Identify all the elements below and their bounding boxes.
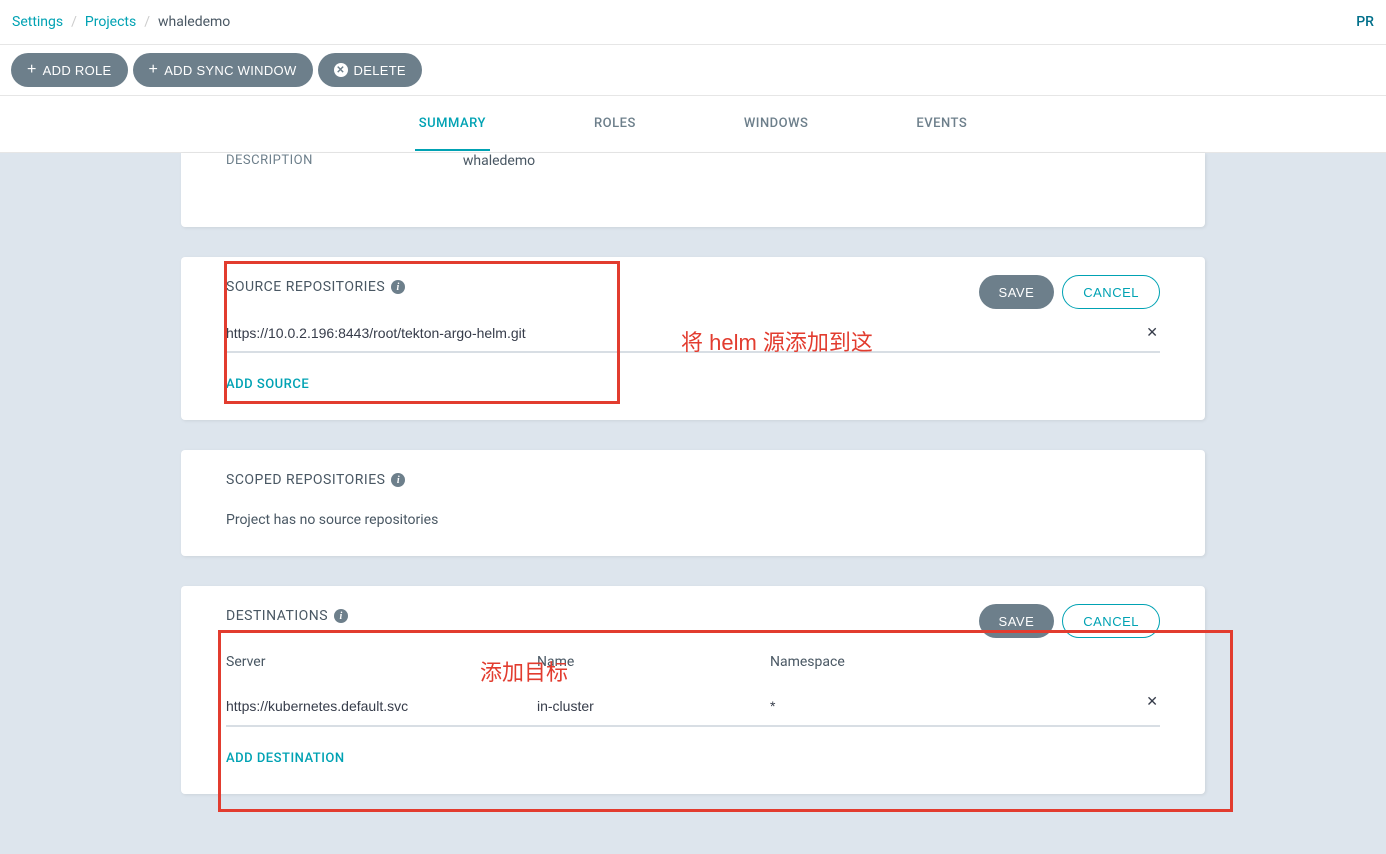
info-icon[interactable]: i bbox=[391, 280, 405, 294]
breadcrumb: Settings / Projects / whaledemo bbox=[12, 14, 230, 30]
dest-namespace-input[interactable] bbox=[770, 698, 970, 714]
toolbar: + ADD ROLE + ADD SYNC WINDOW ✕ DELETE bbox=[0, 45, 1386, 96]
destinations-card: DESTINATIONS i SAVE CANCEL Server Name N… bbox=[181, 586, 1205, 794]
add-source-button[interactable]: ADD SOURCE bbox=[226, 377, 309, 392]
add-sync-window-button[interactable]: + ADD SYNC WINDOW bbox=[133, 53, 313, 87]
scoped-repos-title: SCOPED REPOSITORIES i bbox=[226, 472, 1160, 488]
plus-icon: + bbox=[149, 61, 159, 79]
add-role-label: ADD ROLE bbox=[43, 63, 112, 78]
tabs-bar: SUMMARY ROLES WINDOWS EVENTS bbox=[0, 96, 1386, 153]
breadcrumb-bar: Settings / Projects / whaledemo PR bbox=[0, 0, 1386, 45]
user-badge[interactable]: PR bbox=[1356, 14, 1374, 30]
save-button[interactable]: SAVE bbox=[979, 275, 1055, 309]
breadcrumb-current: whaledemo bbox=[158, 14, 230, 30]
source-input-row: ✕ bbox=[226, 325, 1160, 353]
tab-roles[interactable]: ROLES bbox=[590, 98, 640, 151]
breadcrumb-projects[interactable]: Projects bbox=[85, 14, 136, 30]
add-role-button[interactable]: + ADD ROLE bbox=[11, 53, 128, 87]
dest-server-input[interactable] bbox=[226, 698, 516, 714]
description-value: whaledemo bbox=[463, 153, 535, 169]
breadcrumb-sep: / bbox=[71, 14, 77, 30]
col-namespace: Namespace bbox=[770, 654, 1160, 670]
remove-icon[interactable]: ✕ bbox=[1146, 694, 1158, 710]
info-icon[interactable]: i bbox=[334, 609, 348, 623]
scoped-repos-empty: Project has no source repositories bbox=[226, 512, 1160, 528]
breadcrumb-sep: / bbox=[144, 14, 150, 30]
scoped-repositories-card: SCOPED REPOSITORIES i Project has no sou… bbox=[181, 450, 1205, 556]
remove-icon[interactable]: ✕ bbox=[1144, 325, 1160, 341]
tab-events[interactable]: EVENTS bbox=[912, 98, 971, 151]
breadcrumb-settings[interactable]: Settings bbox=[12, 14, 63, 30]
plus-icon: + bbox=[27, 61, 37, 79]
dest-name-input[interactable] bbox=[537, 698, 747, 714]
destinations-header: Server Name Namespace bbox=[226, 654, 1160, 680]
delete-label: DELETE bbox=[354, 63, 406, 78]
source-repositories-card: SOURCE REPOSITORIES i SAVE CANCEL ✕ ADD … bbox=[181, 257, 1205, 420]
cancel-button[interactable]: CANCEL bbox=[1062, 275, 1160, 309]
description-card: DESCRIPTION whaledemo bbox=[181, 153, 1205, 227]
cancel-button[interactable]: CANCEL bbox=[1062, 604, 1160, 638]
save-button[interactable]: SAVE bbox=[979, 604, 1055, 638]
destination-row: ✕ bbox=[226, 680, 1160, 727]
tab-summary[interactable]: SUMMARY bbox=[415, 98, 490, 151]
add-destination-button[interactable]: ADD DESTINATION bbox=[226, 751, 345, 766]
close-circle-icon: ✕ bbox=[334, 63, 348, 77]
info-icon[interactable]: i bbox=[391, 473, 405, 487]
col-name: Name bbox=[537, 654, 770, 670]
col-server: Server bbox=[226, 654, 537, 670]
add-sync-window-label: ADD SYNC WINDOW bbox=[164, 63, 296, 78]
description-label: DESCRIPTION bbox=[226, 153, 313, 169]
delete-button[interactable]: ✕ DELETE bbox=[318, 53, 422, 87]
tab-windows[interactable]: WINDOWS bbox=[740, 98, 813, 151]
source-url-input[interactable] bbox=[226, 325, 1144, 341]
